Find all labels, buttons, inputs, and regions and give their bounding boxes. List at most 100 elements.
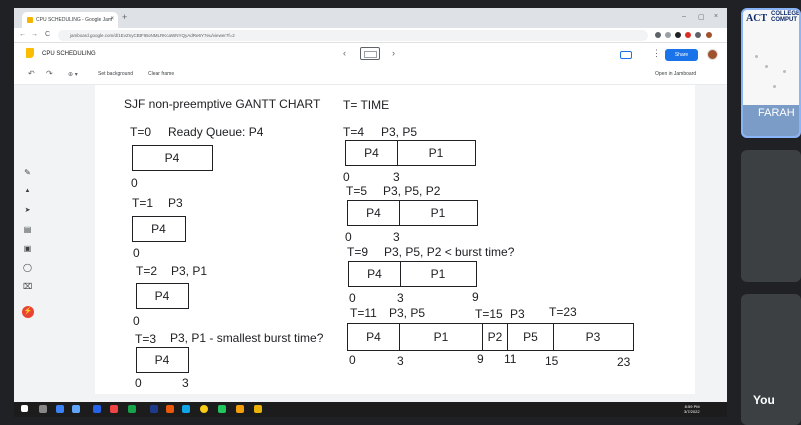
excel-icon[interactable] bbox=[128, 405, 136, 413]
step-time: T=5 bbox=[346, 184, 368, 198]
mail-icon[interactable] bbox=[72, 405, 80, 413]
app-icon[interactable] bbox=[150, 405, 158, 413]
jam-toolbar: ↶ ↷ ⊕ ▾ Set background Clear frame Open … bbox=[14, 63, 727, 85]
tab-strip: CPU SCHEDULING - Google Jam × + – ▢ × bbox=[14, 8, 727, 28]
share-button[interactable]: Share bbox=[665, 49, 698, 61]
select-arrow-icon[interactable]: ➤ bbox=[23, 206, 32, 215]
gantt-cell: P1 bbox=[397, 141, 474, 165]
extension-icon-3[interactable] bbox=[685, 32, 691, 38]
queue-note: P3, P5 bbox=[381, 125, 418, 139]
minimize-button[interactable]: – bbox=[682, 13, 686, 20]
frame-bar-thumbnail[interactable] bbox=[360, 47, 380, 60]
tick-label: 0 bbox=[133, 314, 140, 328]
queue-note: P3 bbox=[168, 196, 183, 210]
step-time: T=15 bbox=[475, 307, 503, 321]
search-icon[interactable] bbox=[39, 405, 47, 413]
tick-label: 0 bbox=[345, 230, 352, 244]
gantt-bar: P4 bbox=[136, 347, 189, 373]
profile-avatar-icon[interactable] bbox=[706, 32, 712, 38]
participant-tile-farah[interactable]: ACT COLLEGE COMPUT FARAH bbox=[741, 8, 801, 138]
more-options-icon[interactable]: ⋮ bbox=[652, 48, 661, 59]
queue-note: P3, P5 bbox=[389, 306, 426, 320]
start-menu-icon[interactable] bbox=[21, 405, 28, 412]
queue-note: P3, P1 - smallest burst time? bbox=[170, 331, 324, 345]
gantt-cell: P1 bbox=[399, 324, 482, 350]
queue-note: P3, P5, P2 < burst time? bbox=[384, 245, 515, 259]
gantt-cell: P4 bbox=[164, 151, 180, 165]
chrome-icon[interactable] bbox=[200, 405, 208, 413]
step-time: T=1 bbox=[132, 196, 154, 210]
gantt-cell: P3 bbox=[553, 324, 632, 350]
puzzle-icon[interactable] bbox=[695, 32, 701, 38]
avatar[interactable] bbox=[707, 49, 718, 60]
chart-heading: SJF non-preemptive GANTT CHART bbox=[124, 97, 321, 111]
app-icon-2[interactable] bbox=[218, 405, 226, 413]
tick-label: 3 bbox=[397, 291, 404, 305]
task-view-icon[interactable] bbox=[56, 405, 64, 413]
url-field[interactable]: jamboard.google.com/d/1EvZnyCBtFIBoNMLRK… bbox=[58, 30, 648, 41]
decor-dot bbox=[773, 85, 776, 88]
clock-date: 3/7/2022 bbox=[684, 409, 700, 414]
tick-label: 0 bbox=[349, 291, 356, 305]
present-icon[interactable] bbox=[620, 51, 632, 59]
gantt-bar: P4 bbox=[132, 216, 186, 242]
tick-label: 3 bbox=[182, 376, 189, 390]
tick-label: 0 bbox=[131, 176, 138, 190]
tick-label: 0 bbox=[133, 246, 140, 260]
decor-dot bbox=[783, 70, 786, 73]
tick-label: 3 bbox=[397, 354, 404, 368]
sticky-note-icon[interactable]: ▤ bbox=[23, 225, 32, 234]
zoom-icon[interactable]: ⊕ ▾ bbox=[68, 71, 78, 78]
tab-title: CPU SCHEDULING - Google Jam bbox=[36, 17, 113, 23]
tick-label: 11 bbox=[504, 352, 517, 366]
step-time: T=0 bbox=[130, 125, 152, 139]
set-background-button[interactable]: Set background bbox=[98, 71, 133, 77]
app-icon-3[interactable] bbox=[236, 405, 244, 413]
forward-arrow-icon[interactable]: → bbox=[31, 31, 38, 38]
back-arrow-icon[interactable]: ← bbox=[19, 31, 26, 38]
queue-note: P3, P1 bbox=[171, 264, 208, 278]
previous-frame-chevron-icon[interactable]: ‹ bbox=[343, 48, 346, 58]
file-explorer-icon[interactable] bbox=[254, 405, 262, 413]
powerpoint-icon[interactable] bbox=[110, 405, 118, 413]
gantt-bar: P4 P1 bbox=[348, 261, 477, 287]
undo-icon[interactable]: ↶ bbox=[28, 69, 35, 78]
tick-label: 3 bbox=[393, 170, 400, 184]
url-text: jamboard.google.com/d/1EvZnyCBtFIBoNMLRK… bbox=[70, 33, 235, 38]
close-window-button[interactable]: × bbox=[714, 13, 718, 20]
gantt-cell: P5 bbox=[507, 324, 553, 350]
redo-icon[interactable]: ↷ bbox=[46, 69, 53, 78]
jamboard-favicon-icon bbox=[27, 17, 33, 23]
text-box-icon[interactable]: ⌧ bbox=[23, 282, 32, 291]
extension-icon[interactable] bbox=[655, 32, 661, 38]
gantt-cell: P4 bbox=[154, 353, 170, 367]
eraser-icon[interactable]: ▲ bbox=[23, 187, 32, 196]
self-label: You bbox=[753, 393, 775, 407]
tab-close-icon[interactable]: × bbox=[110, 16, 114, 22]
bookmark-star-icon[interactable] bbox=[665, 32, 671, 38]
open-in-jamboard-button[interactable]: Open in Jamboard bbox=[655, 71, 696, 77]
reload-icon[interactable]: C bbox=[45, 31, 50, 38]
tab-cpu-scheduling[interactable]: CPU SCHEDULING - Google Jam × bbox=[22, 12, 118, 28]
add-image-icon[interactable]: ▣ bbox=[23, 244, 32, 253]
jam-title[interactable]: CPU SCHEDULING bbox=[42, 51, 96, 57]
maximize-button[interactable]: ▢ bbox=[698, 13, 705, 21]
edge-icon[interactable] bbox=[182, 405, 190, 413]
participant-tile[interactable] bbox=[741, 150, 801, 282]
tick-label: 9 bbox=[472, 290, 479, 304]
brave-icon[interactable] bbox=[166, 405, 174, 413]
new-tab-button[interactable]: + bbox=[122, 12, 127, 22]
extension-icon-2[interactable] bbox=[675, 32, 681, 38]
gantt-cell: P4 bbox=[366, 330, 381, 344]
laser-icon[interactable]: ⚡ bbox=[22, 306, 34, 318]
word-icon[interactable] bbox=[93, 405, 101, 413]
next-frame-chevron-icon[interactable]: › bbox=[392, 48, 395, 58]
computer-text: COMPUT bbox=[771, 17, 797, 23]
gantt-bar: P4 bbox=[132, 145, 213, 171]
ready-queue-note: Ready Queue: P4 bbox=[168, 125, 264, 139]
circle-shape-icon[interactable]: ◯ bbox=[23, 263, 32, 272]
pen-icon[interactable]: ✎ bbox=[23, 168, 32, 177]
clear-frame-button[interactable]: Clear frame bbox=[148, 71, 174, 77]
system-clock[interactable]: 8:59 PM 3/7/2022 bbox=[684, 404, 700, 414]
tick-label: 0 bbox=[135, 376, 142, 390]
